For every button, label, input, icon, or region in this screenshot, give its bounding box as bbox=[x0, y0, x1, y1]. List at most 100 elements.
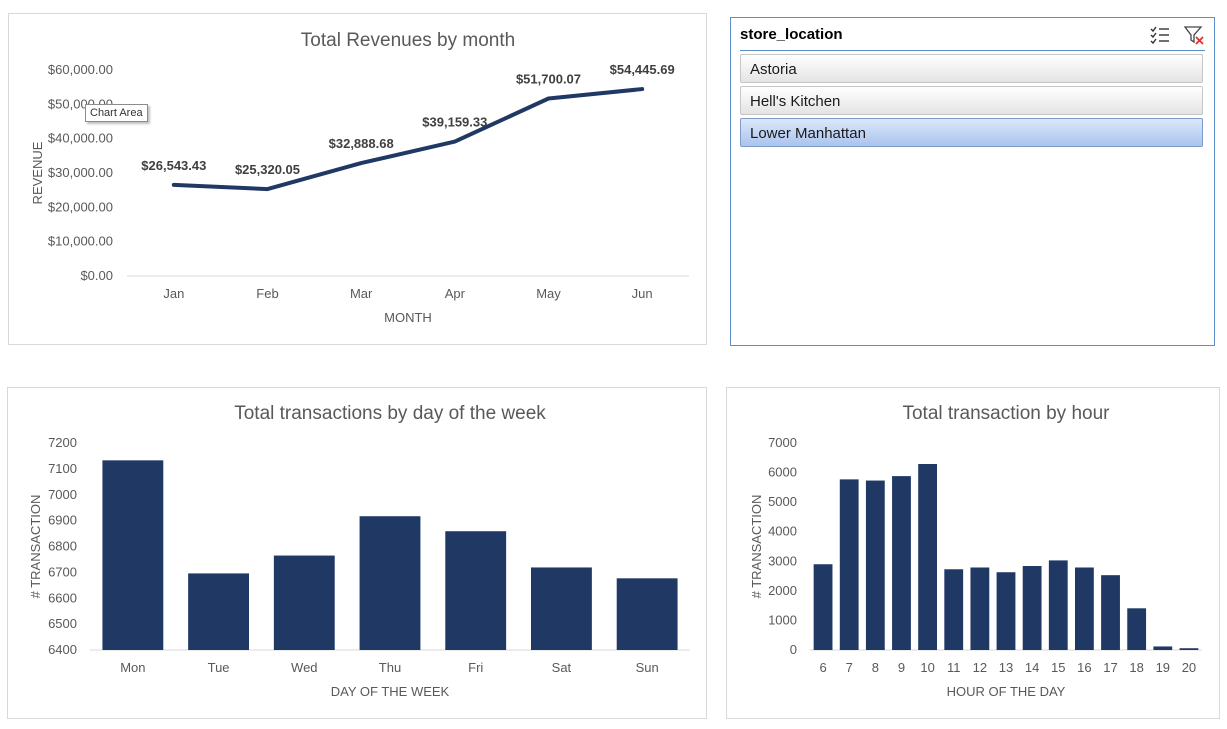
slicer-item-label: Lower Manhattan bbox=[750, 125, 866, 142]
line-point bbox=[359, 161, 363, 165]
y-tick-label: 7000 bbox=[48, 487, 77, 502]
x-tick-label: 15 bbox=[1051, 660, 1065, 675]
bar bbox=[359, 516, 421, 650]
bar bbox=[102, 460, 164, 650]
bar bbox=[1022, 566, 1042, 650]
x-tick-label: 7 bbox=[846, 660, 853, 675]
slicer-item-label: Astoria bbox=[750, 61, 797, 78]
y-tick-label: 6400 bbox=[48, 642, 77, 657]
data-label: $32,888.68 bbox=[329, 136, 394, 151]
bar bbox=[1179, 648, 1199, 650]
slicer-item-lower-manhattan[interactable]: Lower Manhattan bbox=[740, 118, 1203, 147]
data-label: $26,543.43 bbox=[141, 158, 206, 173]
y-tick-label: 6900 bbox=[48, 513, 77, 528]
store-location-slicer[interactable]: store_location Astoria Hell's Kitchen Lo… bbox=[730, 17, 1215, 346]
x-tick-label: 13 bbox=[999, 660, 1013, 675]
y-tick-label: $60,000.00 bbox=[48, 62, 113, 77]
data-label: $51,700.07 bbox=[516, 71, 581, 86]
bar bbox=[1127, 608, 1147, 650]
bar bbox=[944, 569, 964, 650]
y-tick-label: $20,000.00 bbox=[48, 199, 113, 214]
bar bbox=[188, 573, 249, 650]
x-tick-label: 20 bbox=[1182, 660, 1196, 675]
line-point bbox=[266, 187, 269, 191]
revenue-by-month-chart[interactable]: Total Revenues by month $0.00 $10,000.00 $2… bbox=[8, 13, 707, 345]
x-tick-label: May bbox=[536, 286, 561, 301]
data-label: $39,159.33 bbox=[422, 115, 487, 130]
y-tick-label: $0.00 bbox=[80, 268, 113, 283]
line-point bbox=[547, 96, 550, 100]
y-tick-label: 4000 bbox=[768, 524, 797, 539]
x-tick-label: 10 bbox=[920, 660, 934, 675]
y-tick-label: 1000 bbox=[768, 612, 797, 627]
bar bbox=[445, 531, 507, 650]
x-tick-label: Jun bbox=[632, 286, 653, 301]
y-tick-label: 6700 bbox=[48, 564, 77, 579]
x-axis-title: HOUR OF THE DAY bbox=[947, 684, 1066, 699]
multi-select-icon[interactable] bbox=[1149, 24, 1171, 46]
bar bbox=[1101, 575, 1120, 650]
transactions-by-hour-chart[interactable]: Total transaction by hour 0 1000 2000 3000 40… bbox=[726, 387, 1220, 719]
transactions-by-day-chart[interactable]: Total transactions by day of the week 640… bbox=[7, 387, 707, 719]
y-tick-label: 3000 bbox=[768, 553, 797, 568]
y-axis-title: # TRANSACTION bbox=[749, 495, 764, 599]
x-tick-label: Thu bbox=[379, 660, 401, 675]
y-tick-label: 5000 bbox=[768, 494, 797, 509]
x-tick-label: Fri bbox=[468, 660, 483, 675]
y-tick-label: 6500 bbox=[48, 616, 77, 631]
line-point bbox=[172, 183, 176, 187]
x-tick-label: 11 bbox=[947, 660, 961, 675]
y-tick-label: $40,000.00 bbox=[48, 131, 113, 146]
x-tick-label: Jan bbox=[163, 286, 184, 301]
y-tick-label: 2000 bbox=[768, 583, 797, 598]
y-axis-title: # TRANSACTION bbox=[28, 495, 43, 599]
day-chart-svg: Total transactions by day of the week 640… bbox=[28, 403, 690, 699]
bar bbox=[813, 564, 833, 650]
y-tick-label: 7200 bbox=[48, 435, 77, 450]
x-tick-label: 19 bbox=[1156, 660, 1170, 675]
bar bbox=[892, 476, 911, 650]
bar bbox=[865, 480, 885, 650]
x-axis-title: MONTH bbox=[384, 310, 432, 325]
data-label: $54,445.69 bbox=[610, 62, 675, 77]
bar bbox=[1153, 646, 1173, 650]
x-tick-label: Feb bbox=[256, 286, 278, 301]
bar bbox=[970, 567, 990, 650]
y-tick-label: 0 bbox=[790, 642, 797, 657]
x-tick-label: 12 bbox=[973, 660, 987, 675]
x-tick-label: Sun bbox=[636, 660, 659, 675]
y-axis-title: REVENUE bbox=[30, 141, 45, 204]
y-tick-label: $30,000.00 bbox=[48, 165, 113, 180]
x-tick-label: Mon bbox=[120, 660, 145, 675]
x-tick-label: 16 bbox=[1077, 660, 1091, 675]
y-tick-label: $10,000.00 bbox=[48, 234, 113, 249]
y-tick-label: 7000 bbox=[768, 435, 797, 450]
x-tick-label: 14 bbox=[1025, 660, 1039, 675]
x-tick-label: Wed bbox=[291, 660, 318, 675]
slicer-item-hells-kitchen[interactable]: Hell's Kitchen bbox=[740, 86, 1203, 115]
x-tick-label: Sat bbox=[552, 660, 572, 675]
x-tick-label: 6 bbox=[819, 660, 826, 675]
bar bbox=[996, 572, 1016, 650]
x-tick-label: 8 bbox=[872, 660, 879, 675]
line-point bbox=[453, 140, 457, 144]
bar bbox=[839, 479, 859, 650]
bar bbox=[273, 555, 335, 650]
clear-filter-icon[interactable] bbox=[1183, 24, 1205, 46]
bar bbox=[1048, 560, 1068, 650]
y-tick-label: 7100 bbox=[48, 461, 77, 476]
bar bbox=[616, 578, 678, 650]
slicer-item-astoria[interactable]: Astoria bbox=[740, 54, 1203, 83]
y-tick-label: 6000 bbox=[768, 465, 797, 480]
hour-chart-svg: Total transaction by hour 0 1000 2000 3000 40… bbox=[749, 403, 1202, 699]
chart-title: Total transaction by hour bbox=[902, 403, 1110, 424]
x-tick-label: 17 bbox=[1103, 660, 1117, 675]
x-tick-label: 18 bbox=[1129, 660, 1143, 675]
x-tick-label: 9 bbox=[898, 660, 905, 675]
slicer-title: store_location bbox=[740, 26, 843, 43]
data-label: $25,320.05 bbox=[235, 162, 300, 177]
y-tick-label: 6800 bbox=[48, 539, 77, 554]
x-tick-label: Mar bbox=[350, 286, 373, 301]
x-tick-label: Tue bbox=[208, 660, 230, 675]
x-axis-title: DAY OF THE WEEK bbox=[331, 684, 450, 699]
